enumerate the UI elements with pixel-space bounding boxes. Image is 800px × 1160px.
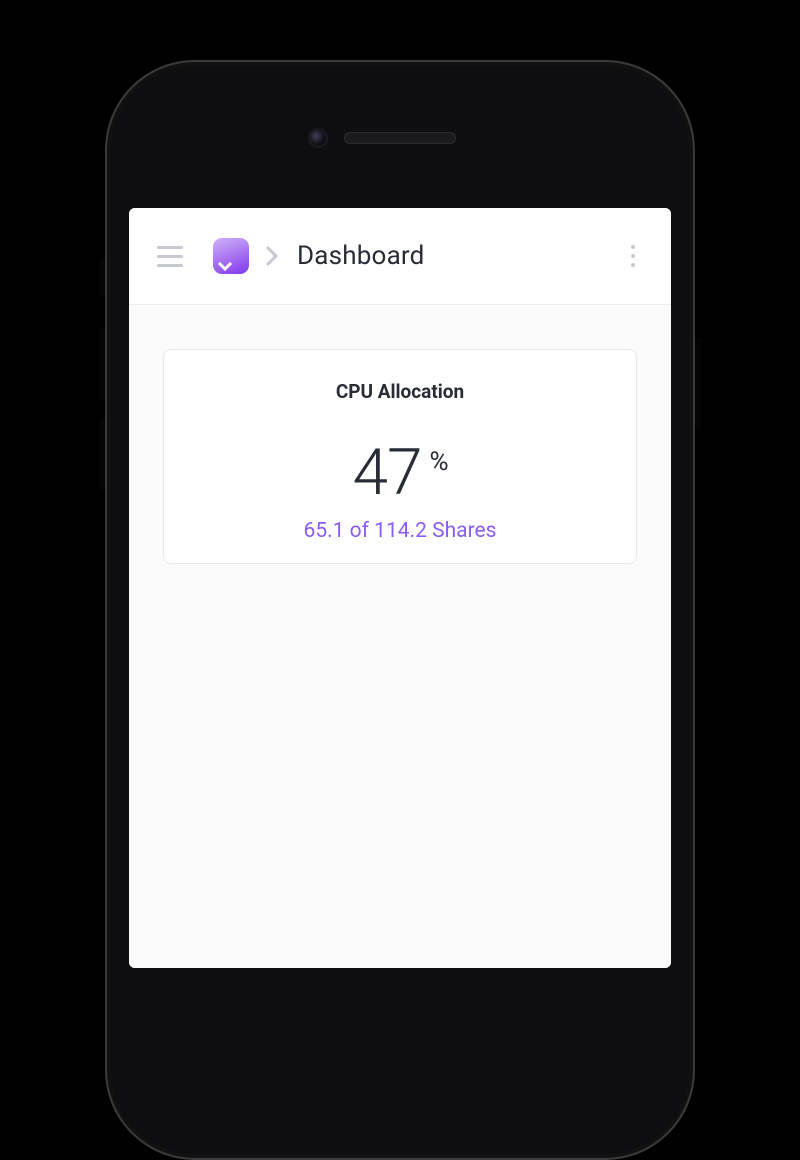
phone-volume-up xyxy=(99,328,105,400)
chevron-right-icon xyxy=(265,245,279,267)
phone-frame: Dashboard CPU Allocation 47 % 65.1 of 11… xyxy=(105,60,695,1160)
app-header: Dashboard xyxy=(129,208,671,305)
app-logo-icon[interactable] xyxy=(213,238,249,274)
phone-mute-switch xyxy=(99,258,105,296)
card-subline: 65.1 of 114.2 Shares xyxy=(184,519,616,543)
phone-earpiece xyxy=(344,132,456,144)
phone-camera-icon xyxy=(310,130,326,146)
card-value-unit: % xyxy=(429,449,447,475)
cpu-allocation-card: CPU Allocation 47 % 65.1 of 114.2 Shares xyxy=(163,349,637,564)
card-primary-value: 47 % xyxy=(352,441,447,505)
phone-volume-down xyxy=(99,418,105,490)
app-body: CPU Allocation 47 % 65.1 of 114.2 Shares xyxy=(129,305,671,968)
card-value-number: 47 xyxy=(352,441,421,505)
menu-button[interactable] xyxy=(157,246,185,267)
phone-power-button xyxy=(695,338,702,428)
breadcrumb-title: Dashboard xyxy=(297,241,425,271)
phone-screen: Dashboard CPU Allocation 47 % 65.1 of 11… xyxy=(129,208,671,968)
more-options-button[interactable] xyxy=(623,237,643,275)
card-title: CPU Allocation xyxy=(184,380,616,403)
